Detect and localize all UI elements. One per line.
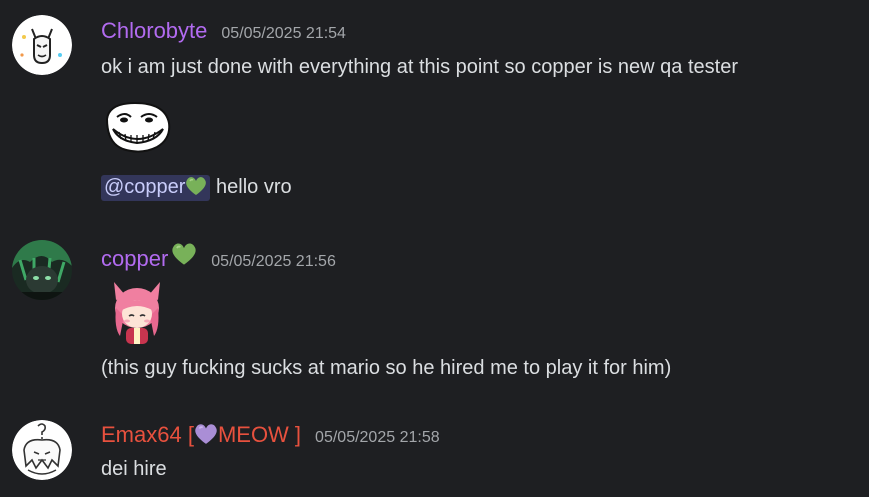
username-chlorobyte[interactable]: Chlorobyte <box>101 18 207 44</box>
username-emax64[interactable]: Emax64 [MEOW ] <box>101 422 301 451</box>
message-header: Emax64 [MEOW ] 05/05/2025 21:58 <box>101 422 440 451</box>
sketch-character-avatar-icon <box>12 420 72 480</box>
green-heart-emoji <box>185 176 207 202</box>
green-hair-anime-avatar-icon <box>12 240 72 300</box>
message-text: ok i am just done with everything at thi… <box>101 56 739 78</box>
message-timestamp[interactable]: 05/05/2025 21:56 <box>211 253 336 271</box>
username-copper[interactable]: copper <box>101 246 168 272</box>
message-header: copper 05/05/2025 21:56 <box>101 242 336 272</box>
message-text: dei hire <box>101 458 167 480</box>
message-text-mention-line: @copper hello vro <box>101 175 292 202</box>
user-mention-copper[interactable]: @copper <box>101 175 211 202</box>
avatar-emax64[interactable] <box>12 420 72 480</box>
cat-doodle-avatar-icon <box>12 15 72 75</box>
message-group-copper: copper 05/05/2025 21:56 (this guy fuckin… <box>0 215 869 395</box>
green-heart-emoji <box>171 242 197 271</box>
trollface-emoji[interactable] <box>101 99 173 160</box>
message-group-emax64: Emax64 [MEOW ] 05/05/2025 21:58 dei hire <box>0 395 869 497</box>
message-header: Chlorobyte 05/05/2025 21:54 <box>101 18 346 44</box>
chat-log: Chlorobyte 05/05/2025 21:54 ok i am just… <box>0 0 869 497</box>
message-group-chlorobyte: Chlorobyte 05/05/2025 21:54 ok i am just… <box>0 0 869 215</box>
avatar-chlorobyte[interactable] <box>12 15 72 75</box>
avatar-copper[interactable] <box>12 240 72 300</box>
anime-catgirl-emoji[interactable] <box>106 276 168 351</box>
message-text: (this guy fucking sucks at mario so he h… <box>101 357 672 379</box>
purple-heart-emoji <box>194 423 218 451</box>
message-timestamp[interactable]: 05/05/2025 21:54 <box>221 25 346 43</box>
message-timestamp[interactable]: 05/05/2025 21:58 <box>315 429 440 447</box>
